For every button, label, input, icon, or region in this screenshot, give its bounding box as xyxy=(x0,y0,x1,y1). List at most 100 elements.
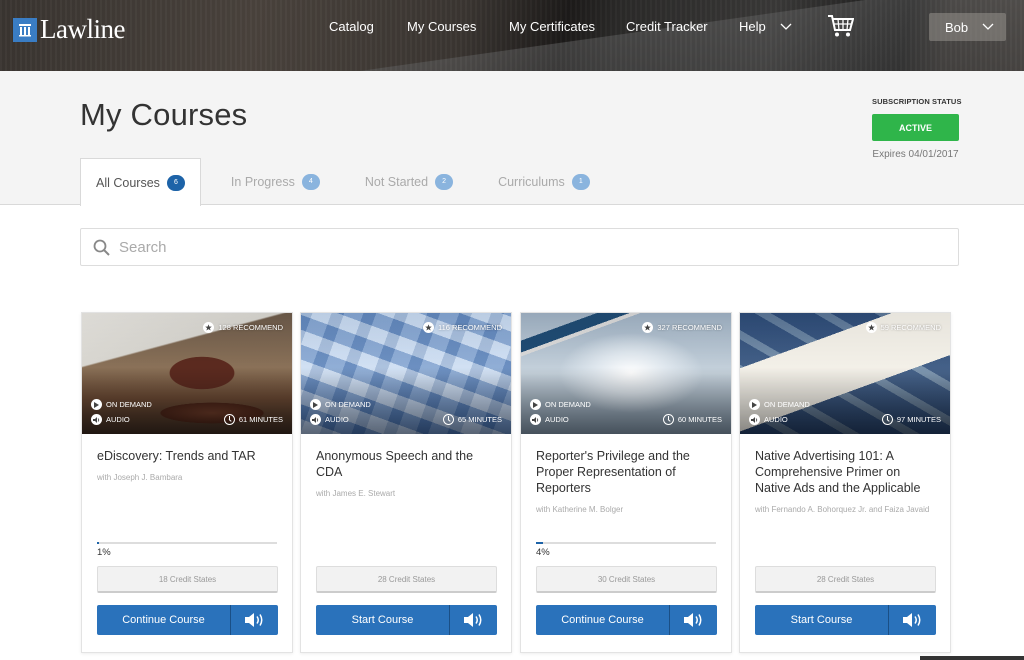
search-bar xyxy=(80,228,959,266)
speaker-icon xyxy=(310,414,321,425)
play-icon xyxy=(310,399,321,410)
course-title[interactable]: eDiscovery: Trends and TAR xyxy=(97,448,279,464)
media-text: AUDIO xyxy=(106,415,130,424)
listen-audio-button[interactable] xyxy=(450,605,497,635)
play-icon xyxy=(749,399,760,410)
page-title: My Courses xyxy=(80,97,248,132)
chevron-down-icon xyxy=(780,23,792,30)
course-card: 327 RECOMMEND ON DEMAND AUDIO 60 MINUTES… xyxy=(520,312,732,653)
course-action-button[interactable]: Continue Course xyxy=(97,605,231,635)
format-audio: AUDIO xyxy=(310,414,371,425)
recommend-text: 128 RECOMMEND xyxy=(218,323,283,332)
course-card: 116 RECOMMEND ON DEMAND AUDIO 65 MINUTES… xyxy=(300,312,512,653)
progress-fill xyxy=(536,542,544,544)
subscription-expiry: Expires 04/01/2017 xyxy=(872,149,959,160)
course-actions: Start Course xyxy=(316,605,497,635)
format-on-demand: ON DEMAND xyxy=(310,399,371,410)
credit-states-button[interactable]: 28 Credit States xyxy=(755,566,936,593)
play-icon xyxy=(530,399,541,410)
course-action-button[interactable]: Start Course xyxy=(316,605,450,635)
tab-label: Curriculums xyxy=(498,174,565,189)
course-title[interactable]: Reporter's Privilege and the Proper Repr… xyxy=(536,448,718,496)
speaker-icon xyxy=(91,414,102,425)
tab-in-progress[interactable]: In Progress 4 xyxy=(231,158,320,205)
credit-states-button[interactable]: 28 Credit States xyxy=(316,566,497,593)
clock-icon xyxy=(223,414,235,425)
tab-label: All Courses xyxy=(96,175,160,190)
recommend-text: 59 RECOMMEND xyxy=(880,323,941,332)
duration-text: 60 MINUTES xyxy=(677,415,722,424)
subscription-status-label: SUBSCRIPTION STATUS xyxy=(872,97,962,106)
course-actions: Continue Course xyxy=(97,605,278,635)
clock-icon xyxy=(662,414,674,425)
search-input[interactable] xyxy=(119,238,939,256)
duration-text: 97 MINUTES xyxy=(896,415,941,424)
star-icon xyxy=(203,322,215,333)
course-duration: 65 MINUTES xyxy=(442,414,502,425)
tab-count-badge: 1 xyxy=(571,173,590,190)
credit-states-button[interactable]: 30 Credit States xyxy=(536,566,717,593)
progress-fill xyxy=(97,542,99,544)
tab-label: Not Started xyxy=(364,174,429,189)
main-nav: Catalog My Courses My Certificates Credi… xyxy=(0,19,1024,39)
nav-help[interactable]: Help xyxy=(739,19,792,34)
nav-credit-tracker[interactable]: Credit Tracker xyxy=(626,19,708,34)
course-card: 128 RECOMMEND ON DEMAND AUDIO 61 MINUTES… xyxy=(81,312,293,653)
progress-percent: 4% xyxy=(536,547,550,558)
format-text: ON DEMAND xyxy=(545,400,591,409)
course-filter-tabs: All Courses 6 In Progress 4 Not Started … xyxy=(80,158,590,206)
course-action-button[interactable]: Continue Course xyxy=(536,605,670,635)
listen-audio-button[interactable] xyxy=(889,605,936,635)
tab-all-courses[interactable]: All Courses 6 xyxy=(80,158,201,206)
duration-text: 65 MINUTES xyxy=(457,415,502,424)
top-navigation-bar: Lawline Catalog My Courses My Certificat… xyxy=(0,0,1024,71)
clock-icon xyxy=(442,414,454,425)
progress-percent: 1% xyxy=(97,547,111,558)
credit-states-button[interactable]: 18 Credit States xyxy=(97,566,278,593)
media-text: AUDIO xyxy=(325,415,349,424)
subscription-status-badge: ACTIVE xyxy=(872,114,959,141)
speaker-icon xyxy=(530,414,541,425)
nav-my-courses[interactable]: My Courses xyxy=(407,19,476,34)
format-audio: AUDIO xyxy=(749,414,810,425)
listen-audio-button[interactable] xyxy=(231,605,278,635)
user-menu-button[interactable]: Bob xyxy=(929,13,1006,41)
course-actions: Start Course xyxy=(755,605,936,635)
speaker-icon xyxy=(244,613,262,627)
format-on-demand: ON DEMAND xyxy=(91,399,152,410)
search-icon xyxy=(93,239,110,256)
tab-not-started[interactable]: Not Started 2 xyxy=(364,158,454,205)
tab-curriculums[interactable]: Curriculums 1 xyxy=(498,158,590,205)
course-author: with Fernando A. Bohorquez Jr. and Faiza… xyxy=(755,505,930,514)
recommend-text: 327 RECOMMEND xyxy=(657,323,722,332)
format-audio: AUDIO xyxy=(530,414,591,425)
star-icon xyxy=(642,322,654,333)
format-text: ON DEMAND xyxy=(764,400,810,409)
page-scrollbar[interactable] xyxy=(920,656,1024,660)
recommend-text: 116 RECOMMEND xyxy=(437,323,502,332)
course-thumbnail[interactable]: 59 RECOMMEND ON DEMAND AUDIO 97 MINUTES xyxy=(740,313,950,434)
format-on-demand: ON DEMAND xyxy=(749,399,810,410)
speaker-icon xyxy=(683,613,701,627)
course-thumbnail[interactable]: 116 RECOMMEND ON DEMAND AUDIO 65 MINUTES xyxy=(301,313,511,434)
user-name: Bob xyxy=(945,19,969,35)
speaker-icon xyxy=(902,613,920,627)
course-title[interactable]: Anonymous Speech and the CDA xyxy=(316,448,498,480)
listen-audio-button[interactable] xyxy=(670,605,717,635)
media-text: AUDIO xyxy=(545,415,569,424)
clock-icon xyxy=(881,414,893,425)
shopping-cart-icon[interactable] xyxy=(827,14,855,43)
course-title[interactable]: Native Advertising 101: A Comprehensive … xyxy=(755,448,937,496)
recommend-count: 128 RECOMMEND xyxy=(203,322,283,333)
format-audio: AUDIO xyxy=(91,414,152,425)
media-text: AUDIO xyxy=(764,415,788,424)
course-thumbnail[interactable]: 327 RECOMMEND ON DEMAND AUDIO 60 MINUTES xyxy=(521,313,731,434)
tab-count-badge: 6 xyxy=(166,174,185,191)
speaker-icon xyxy=(749,414,760,425)
page-header-section: My Courses SUBSCRIPTION STATUS ACTIVE Ex… xyxy=(0,71,1024,206)
course-action-button[interactable]: Start Course xyxy=(755,605,889,635)
course-thumbnail[interactable]: 128 RECOMMEND ON DEMAND AUDIO 61 MINUTES xyxy=(82,313,292,434)
nav-help-label: Help xyxy=(739,19,766,34)
nav-catalog[interactable]: Catalog xyxy=(329,19,374,34)
nav-my-certificates[interactable]: My Certificates xyxy=(509,19,595,34)
